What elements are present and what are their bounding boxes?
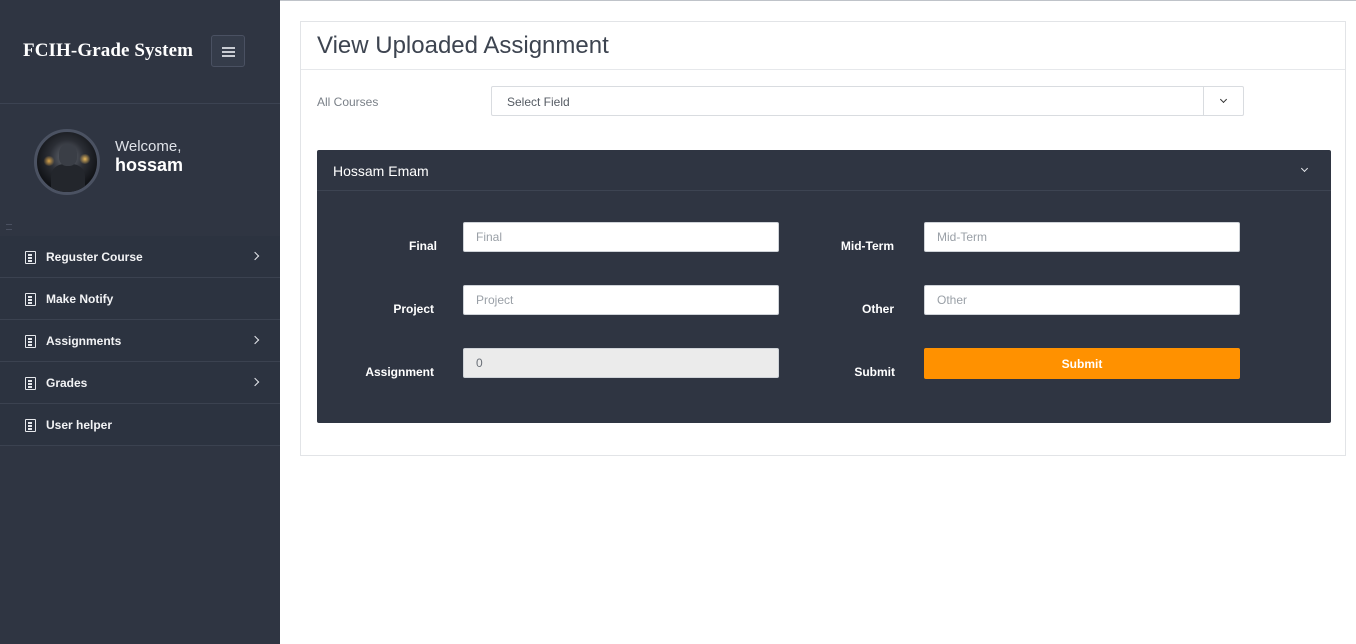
- field-select-value: Select Field: [507, 95, 570, 109]
- student-name: Hossam Emam: [333, 163, 429, 179]
- courses-filter-label: All Courses: [317, 95, 379, 109]
- username: hossam: [115, 155, 184, 175]
- document-icon: [25, 335, 36, 348]
- avatar[interactable]: [34, 129, 100, 195]
- sidebar-item-grades[interactable]: Grades: [0, 362, 280, 404]
- sidebar-item-label: User helper: [46, 418, 113, 432]
- field-select[interactable]: Select Field: [491, 86, 1244, 116]
- main-panel: View Uploaded Assignment All Courses Sel…: [300, 21, 1346, 456]
- menu-toggle-button[interactable]: [211, 35, 245, 67]
- resize-grip-icon: [6, 224, 12, 230]
- chevron-down-icon: [1219, 95, 1228, 104]
- sidebar-header: FCIH-Grade System: [0, 0, 280, 104]
- sidebar-item-label: Grades: [46, 376, 88, 390]
- submit-label: Submit: [854, 365, 895, 379]
- user-profile: Welcome, hossam: [0, 104, 280, 235]
- midterm-input[interactable]: [924, 222, 1240, 252]
- welcome-text: Welcome,: [115, 138, 182, 155]
- project-input[interactable]: [463, 285, 779, 315]
- sidebar-item-label: Reguster Course: [46, 250, 143, 264]
- top-divider: [280, 0, 1356, 1]
- sidebar-item-label: Assignments: [46, 334, 122, 348]
- collapse-chevron-icon[interactable]: [1300, 164, 1309, 173]
- student-grade-card: Hossam Emam Final Mid-Term Project Other…: [317, 150, 1331, 423]
- document-icon: [25, 251, 36, 264]
- chevron-right-icon: [250, 377, 260, 387]
- assignment-label: Assignment: [365, 365, 434, 379]
- sidebar-nav: Reguster Course Make Notify Assignments …: [0, 236, 280, 446]
- hamburger-icon: [222, 47, 235, 49]
- sidebar-item-assignments[interactable]: Assignments: [0, 320, 280, 362]
- document-icon: [25, 293, 36, 306]
- chevron-right-icon: [250, 251, 260, 261]
- sidebar-item-reguster-course[interactable]: Reguster Course: [0, 236, 280, 278]
- project-label: Project: [393, 302, 434, 316]
- sidebar-item-user-helper[interactable]: User helper: [0, 404, 280, 446]
- sidebar-item-label: Make Notify: [46, 292, 114, 306]
- brand-title: FCIH-Grade System: [23, 40, 194, 61]
- other-label: Other: [861, 302, 894, 316]
- final-input[interactable]: [463, 222, 779, 252]
- other-input[interactable]: [924, 285, 1240, 315]
- select-dropdown-button[interactable]: [1203, 87, 1243, 115]
- chevron-right-icon: [250, 335, 260, 345]
- divider: [301, 69, 1345, 70]
- page-title: View Uploaded Assignment: [317, 32, 609, 59]
- final-label: Final: [408, 239, 437, 253]
- document-icon: [25, 377, 36, 390]
- sidebar-item-make-notify[interactable]: Make Notify: [0, 278, 280, 320]
- midterm-label: Mid-Term: [840, 239, 894, 253]
- student-card-header[interactable]: Hossam Emam: [317, 150, 1331, 191]
- sidebar: FCIH-Grade System Welcome, hossam Regust…: [0, 0, 280, 644]
- submit-button[interactable]: Submit: [924, 348, 1240, 379]
- assignment-input: [463, 348, 779, 378]
- document-icon: [25, 419, 36, 432]
